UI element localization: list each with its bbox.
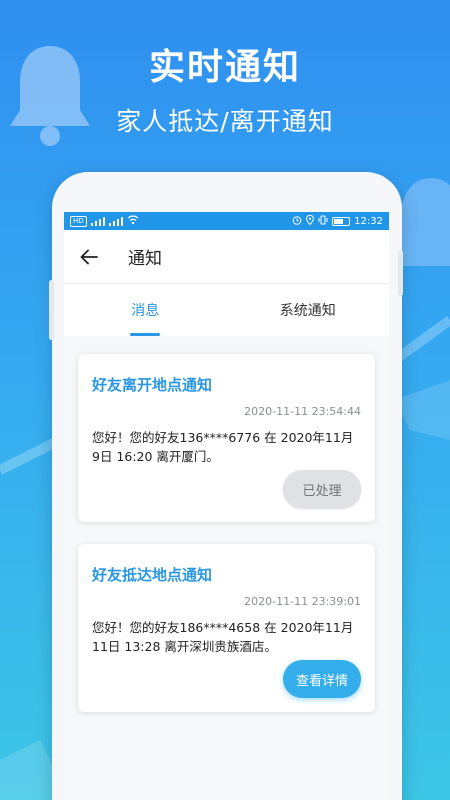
wifi-icon [127,214,139,228]
notification-card: 好友离开地点通知 2020-11-11 23:54:44 您好！您的好友136*… [78,354,375,522]
notification-title: 好友抵达地点通知 [92,566,213,584]
view-details-button[interactable]: 查看详情 [283,660,361,698]
notification-time: 2020-11-11 23:54:44 [244,405,361,418]
tab-bar: 消息 系统通知 [64,284,389,336]
alarm-icon [292,215,302,228]
status-time: 12:32 [354,215,383,227]
back-button[interactable] [78,246,100,268]
page-title: 通知 [128,249,162,269]
phone-side-button [49,280,54,340]
promo-subtitle: 家人抵达/离开通知 [116,107,334,136]
status-bar: HD 12:32 [64,212,389,230]
notification-list: 好友离开地点通知 2020-11-11 23:54:44 您好！您的好友136*… [64,336,389,800]
nav-bar: 通知 [64,230,389,284]
promo-title: 实时通知 [148,47,301,88]
tab-messages[interactable]: 消息 [64,284,227,336]
signal-icon [108,216,123,226]
signal-icon [90,216,105,226]
hd-indicator: HD [70,215,87,227]
phone-side-button [398,250,403,296]
arrow-left-icon [80,249,98,264]
notification-body: 您好！您的好友186****4658 在 2020年11月11日 13:28 离… [92,620,354,654]
tab-system-notifications[interactable]: 系统通知 [227,284,390,336]
notification-title: 好友离开地点通知 [92,376,213,394]
phone-screen: HD 12:32 通知 消息 系统通知 好友离开地点通知 2020-11-11 … [64,212,389,800]
notification-body: 您好！您的好友136****6776 在 2020年11月9日 16:20 离开… [92,430,354,464]
processed-button[interactable]: 已处理 [283,470,361,508]
vibrate-icon [318,215,328,228]
notification-time: 2020-11-11 23:39:01 [244,595,361,608]
notification-card: 好友抵达地点通知 2020-11-11 23:39:01 您好！您的好友186*… [78,544,375,712]
battery-icon [332,216,351,226]
location-icon [306,214,315,228]
